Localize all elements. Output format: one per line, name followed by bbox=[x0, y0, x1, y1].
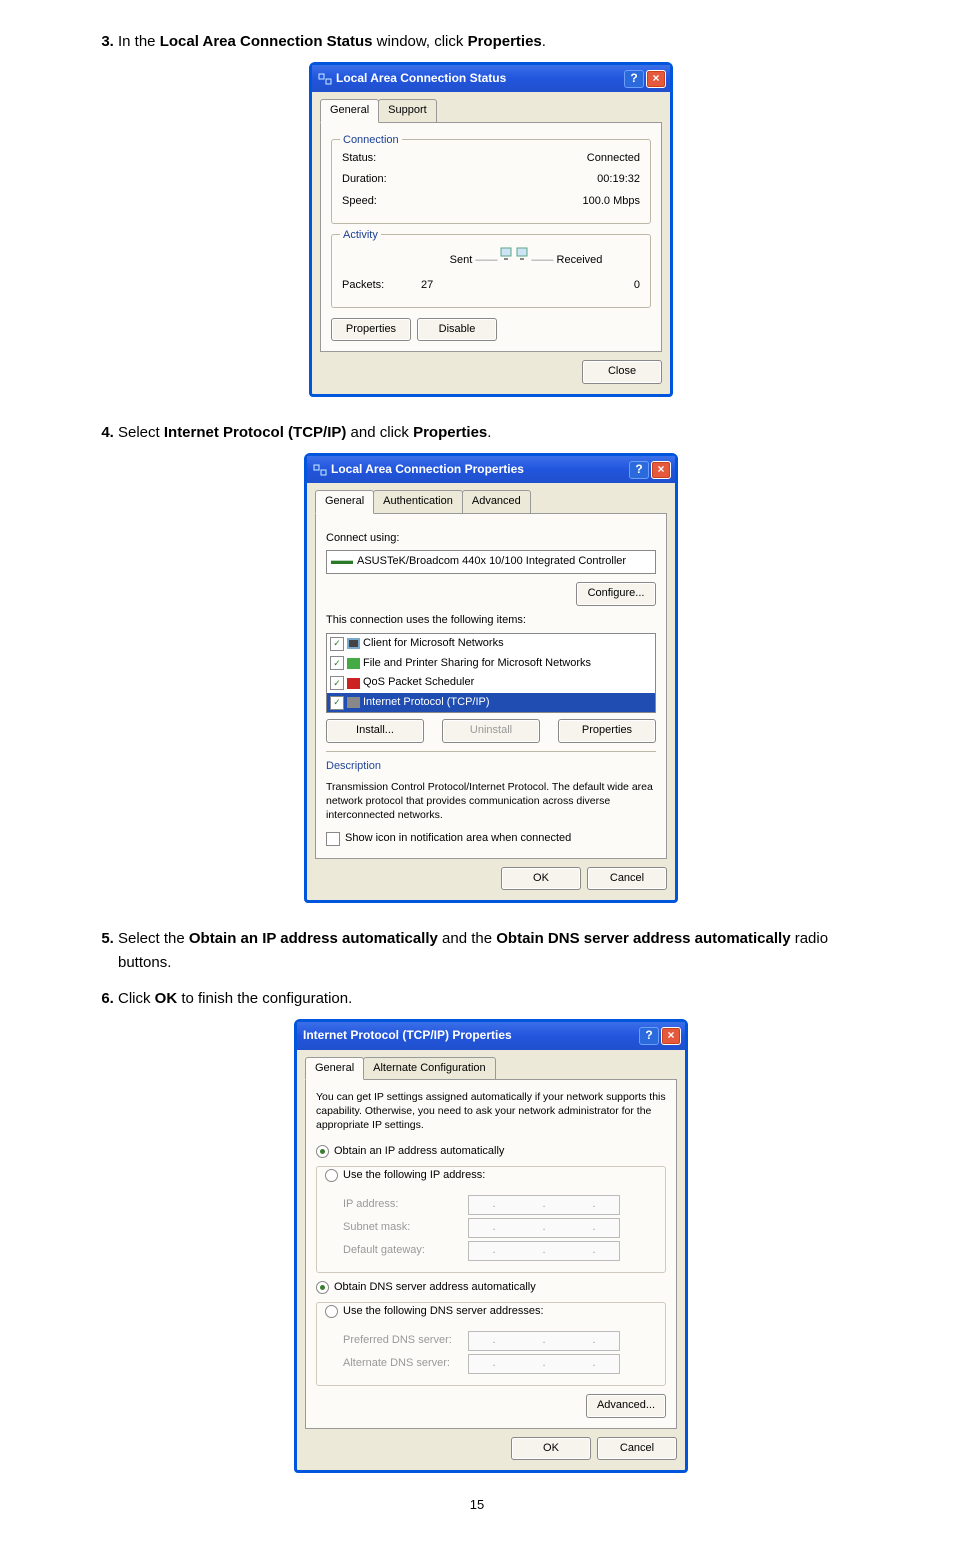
sent-label: Sent bbox=[450, 254, 473, 266]
list-item[interactable]: ✓QoS Packet Scheduler bbox=[327, 673, 655, 693]
tab-general[interactable]: General bbox=[305, 1057, 364, 1081]
speed-value: 100.0 Mbps bbox=[583, 193, 640, 211]
list-item[interactable]: ✓Client for Microsoft Networks bbox=[327, 634, 655, 654]
activity-icon bbox=[500, 245, 528, 270]
titlebar: Local Area Connection Status ? × bbox=[312, 65, 670, 92]
network-icon bbox=[318, 73, 332, 85]
tab-general[interactable]: General bbox=[315, 490, 374, 514]
disable-button[interactable]: Disable bbox=[417, 318, 497, 342]
group-connection: Connection bbox=[340, 132, 402, 150]
items-listbox[interactable]: ✓Client for Microsoft Networks ✓File and… bbox=[326, 633, 656, 713]
adapter-icon: ▬▬ bbox=[331, 553, 353, 571]
page-number: 15 bbox=[90, 1497, 864, 1512]
properties-dialog: Local Area Connection Properties ? × Gen… bbox=[304, 453, 678, 903]
description-heading: Description bbox=[326, 751, 656, 776]
gateway-label: Default gateway: bbox=[343, 1242, 468, 1260]
radio-manual-ip[interactable] bbox=[325, 1169, 338, 1182]
titlebar: Local Area Connection Properties ? × bbox=[307, 456, 675, 483]
gateway-field: ... bbox=[468, 1241, 620, 1261]
cancel-button[interactable]: Cancel bbox=[587, 867, 667, 891]
qos-icon bbox=[347, 678, 360, 689]
tab-general[interactable]: General bbox=[320, 99, 379, 123]
speed-label: Speed: bbox=[342, 193, 377, 211]
tcpip-dialog: Internet Protocol (TCP/IP) Properties ? … bbox=[294, 1019, 688, 1473]
received-label: Received bbox=[557, 254, 603, 266]
step-5: Select the Obtain an IP address automati… bbox=[118, 927, 864, 975]
radio-manual-dns[interactable] bbox=[325, 1305, 338, 1318]
close-button[interactable]: × bbox=[646, 70, 666, 88]
packets-sent: 27 bbox=[421, 277, 433, 295]
alt-dns-field: ... bbox=[468, 1354, 620, 1374]
list-item-selected[interactable]: ✓Internet Protocol (TCP/IP) bbox=[327, 693, 655, 713]
help-button[interactable]: ? bbox=[639, 1027, 659, 1045]
alt-dns-label: Alternate DNS server: bbox=[343, 1355, 468, 1373]
cancel-button[interactable]: Cancel bbox=[597, 1437, 677, 1461]
checkbox-icon[interactable]: ✓ bbox=[330, 696, 344, 710]
tab-alternate[interactable]: Alternate Configuration bbox=[363, 1057, 496, 1081]
radio-auto-dns-label: Obtain DNS server address automatically bbox=[334, 1279, 536, 1297]
ok-button[interactable]: OK bbox=[511, 1437, 591, 1461]
tab-support[interactable]: Support bbox=[378, 99, 437, 123]
uninstall-button[interactable]: Uninstall bbox=[442, 719, 540, 743]
packets-received: 0 bbox=[634, 277, 640, 295]
properties-button[interactable]: Properties bbox=[558, 719, 656, 743]
install-button[interactable]: Install... bbox=[326, 719, 424, 743]
description-text: Transmission Control Protocol/Internet P… bbox=[326, 780, 656, 823]
close-dialog-button[interactable]: Close bbox=[582, 360, 662, 384]
help-button[interactable]: ? bbox=[624, 70, 644, 88]
help-button[interactable]: ? bbox=[629, 461, 649, 479]
duration-label: Duration: bbox=[342, 171, 387, 189]
step-6: Click OK to finish the configuration. In… bbox=[118, 987, 864, 1473]
checkbox-icon[interactable]: ✓ bbox=[330, 656, 344, 670]
status-dialog: Local Area Connection Status ? × General… bbox=[309, 62, 673, 397]
intro-text: You can get IP settings assigned automat… bbox=[316, 1090, 666, 1133]
checkbox-icon[interactable]: ✓ bbox=[330, 637, 344, 651]
tab-advanced[interactable]: Advanced bbox=[462, 490, 531, 514]
radio-auto-ip[interactable] bbox=[316, 1145, 329, 1158]
list-item[interactable]: ✓File and Printer Sharing for Microsoft … bbox=[327, 654, 655, 674]
pref-dns-label: Preferred DNS server: bbox=[343, 1332, 468, 1350]
dialog-title: Internet Protocol (TCP/IP) Properties bbox=[303, 1026, 639, 1045]
ok-button[interactable]: OK bbox=[501, 867, 581, 891]
sharing-icon bbox=[347, 658, 360, 669]
checkbox-icon[interactable]: ✓ bbox=[330, 676, 344, 690]
dialog-title: Local Area Connection Properties bbox=[331, 460, 629, 479]
tab-authentication[interactable]: Authentication bbox=[373, 490, 463, 514]
uses-label: This connection uses the following items… bbox=[326, 612, 656, 630]
mask-label: Subnet mask: bbox=[343, 1219, 468, 1237]
radio-manual-dns-label: Use the following DNS server addresses: bbox=[343, 1303, 544, 1321]
step-4: Select Internet Protocol (TCP/IP) and cl… bbox=[118, 421, 864, 903]
advanced-button[interactable]: Advanced... bbox=[586, 1394, 666, 1418]
group-activity: Activity bbox=[340, 227, 381, 245]
radio-auto-dns[interactable] bbox=[316, 1281, 329, 1294]
properties-button[interactable]: Properties bbox=[331, 318, 411, 342]
protocol-icon bbox=[347, 697, 360, 708]
status-label: Status: bbox=[342, 150, 376, 168]
step-3: In the Local Area Connection Status wind… bbox=[118, 30, 864, 397]
close-button[interactable]: × bbox=[651, 461, 671, 479]
packets-label: Packets: bbox=[342, 277, 384, 295]
status-value: Connected bbox=[587, 150, 640, 168]
network-icon bbox=[313, 464, 327, 476]
radio-manual-ip-label: Use the following IP address: bbox=[343, 1167, 485, 1185]
client-icon bbox=[347, 638, 360, 649]
connect-using-label: Connect using: bbox=[326, 530, 656, 548]
duration-value: 00:19:32 bbox=[597, 171, 640, 189]
close-button[interactable]: × bbox=[661, 1027, 681, 1045]
titlebar: Internet Protocol (TCP/IP) Properties ? … bbox=[297, 1022, 685, 1049]
show-icon-label: Show icon in notification area when conn… bbox=[345, 830, 571, 848]
configure-button[interactable]: Configure... bbox=[576, 582, 656, 606]
radio-auto-ip-label: Obtain an IP address automatically bbox=[334, 1143, 504, 1161]
ip-label: IP address: bbox=[343, 1196, 468, 1214]
ip-field: ... bbox=[468, 1195, 620, 1215]
mask-field: ... bbox=[468, 1218, 620, 1238]
show-icon-checkbox[interactable] bbox=[326, 832, 340, 846]
pref-dns-field: ... bbox=[468, 1331, 620, 1351]
dialog-title: Local Area Connection Status bbox=[336, 69, 624, 88]
adapter-field: ▬▬ASUSTeK/Broadcom 440x 10/100 Integrate… bbox=[326, 550, 656, 574]
